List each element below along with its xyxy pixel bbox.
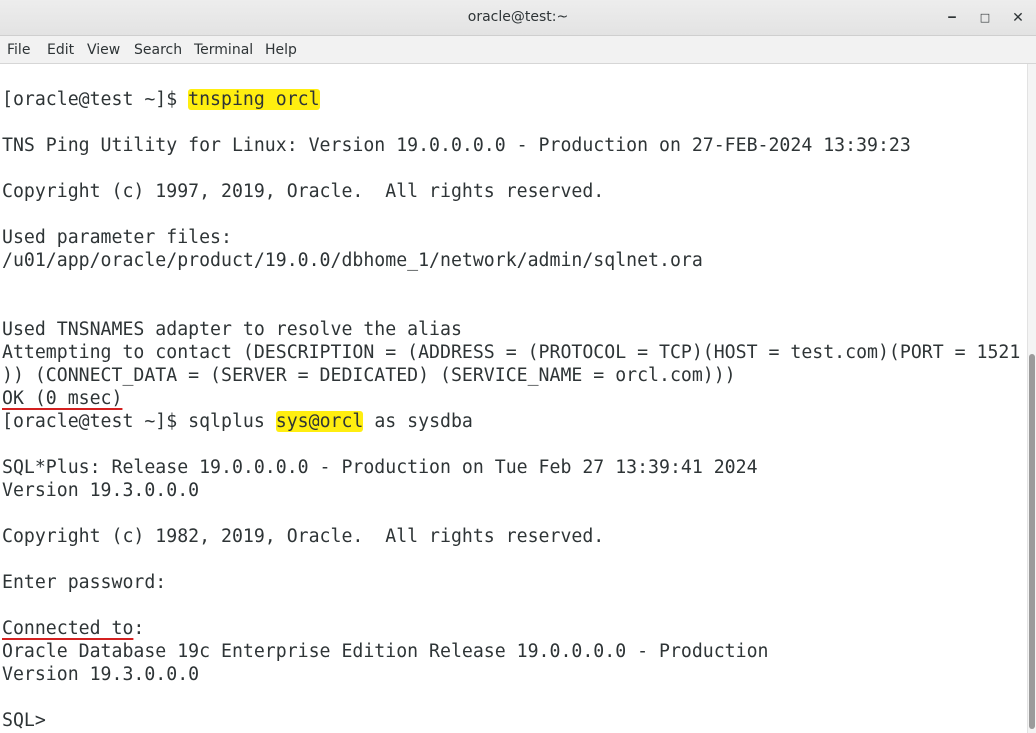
- terminal-line-attempt-2: )) (CONNECT_DATA = (SERVER = DEDICATED) …: [2, 365, 736, 386]
- menu-help[interactable]: Help: [265, 42, 297, 58]
- terminal-line-sqlplus-banner: SQL*Plus: Release 19.0.0.0.0 - Productio…: [2, 457, 758, 478]
- menu-edit[interactable]: Edit: [47, 42, 74, 58]
- terminal-line-tnsnames-adapter: Used TNSNAMES adapter to resolve the ali…: [2, 319, 462, 340]
- terminal-line-used-params: Used parameter files:: [2, 227, 232, 248]
- terminal-line-sqlnet-path: /u01/app/oracle/product/19.0.0/dbhome_1/…: [2, 250, 703, 271]
- underlined-ok-result: OK (0 msec): [2, 388, 123, 409]
- maximize-icon[interactable]: □: [974, 8, 996, 28]
- terminal-line-copyright-2: Copyright (c) 1982, 2019, Oracle. All ri…: [2, 526, 605, 547]
- text-cursor: [57, 712, 67, 730]
- underlined-connected-to: Connected to: [2, 618, 134, 639]
- shell-prompt: [oracle@test ~]$: [2, 411, 189, 432]
- terminal-line-tns-banner: TNS Ping Utility for Linux: Version 19.0…: [2, 135, 911, 156]
- terminal-line-sqlplus-command: [oracle@test ~]$ sqlplus sys@orcl as sys…: [2, 410, 473, 433]
- menu-search[interactable]: Search: [134, 42, 182, 58]
- terminal-line-attempt-1: Attempting to contact (DESCRIPTION = (AD…: [2, 342, 1021, 363]
- terminal-line-sql-prompt: SQL>: [2, 709, 67, 732]
- window-title: oracle@test:~: [467, 9, 569, 25]
- minimize-icon[interactable]: ‒: [941, 8, 963, 28]
- terminal-line-enter-password: Enter password:: [2, 572, 167, 593]
- command-as-sysdba: as sysdba: [363, 411, 473, 432]
- terminal-line-ok: OK (0 msec): [2, 387, 122, 410]
- shell-prompt: [oracle@test ~]$: [2, 89, 189, 110]
- menu-terminal[interactable]: Terminal: [194, 42, 253, 58]
- command-sqlplus: sqlplus: [188, 411, 276, 432]
- vertical-scrollbar[interactable]: [1027, 64, 1036, 733]
- terminal-line-db-edition: Oracle Database 19c Enterprise Edition R…: [2, 641, 769, 662]
- terminal-line-copyright-1: Copyright (c) 1997, 2019, Oracle. All ri…: [2, 181, 605, 202]
- menu-file[interactable]: File: [7, 42, 30, 58]
- menu-view[interactable]: View: [87, 42, 120, 58]
- window-titlebar[interactable]: oracle@test:~ ‒ □ ✕: [0, 0, 1036, 36]
- menu-bar: File Edit View Search Terminal Help: [0, 36, 1036, 64]
- highlighted-connect-string: sys@orcl: [275, 411, 364, 432]
- terminal-output[interactable]: [oracle@test ~]$ tnsping orcl TNS Ping U…: [0, 64, 1027, 733]
- scrollbar-thumb[interactable]: [1029, 354, 1035, 729]
- sql-prompt: SQL>: [2, 710, 57, 731]
- connected-colon: :: [133, 618, 145, 639]
- highlighted-command-tnsping: tnsping orcl: [188, 89, 320, 110]
- terminal-line-tnsping-command: [oracle@test ~]$ tnsping orcl: [2, 88, 320, 111]
- close-icon[interactable]: ✕: [1007, 8, 1029, 28]
- terminal-line-connected-to: Connected to:: [2, 617, 144, 640]
- terminal-line-version-2: Version 19.3.0.0.0: [2, 664, 200, 685]
- terminal-line-version-1: Version 19.3.0.0.0: [2, 480, 200, 501]
